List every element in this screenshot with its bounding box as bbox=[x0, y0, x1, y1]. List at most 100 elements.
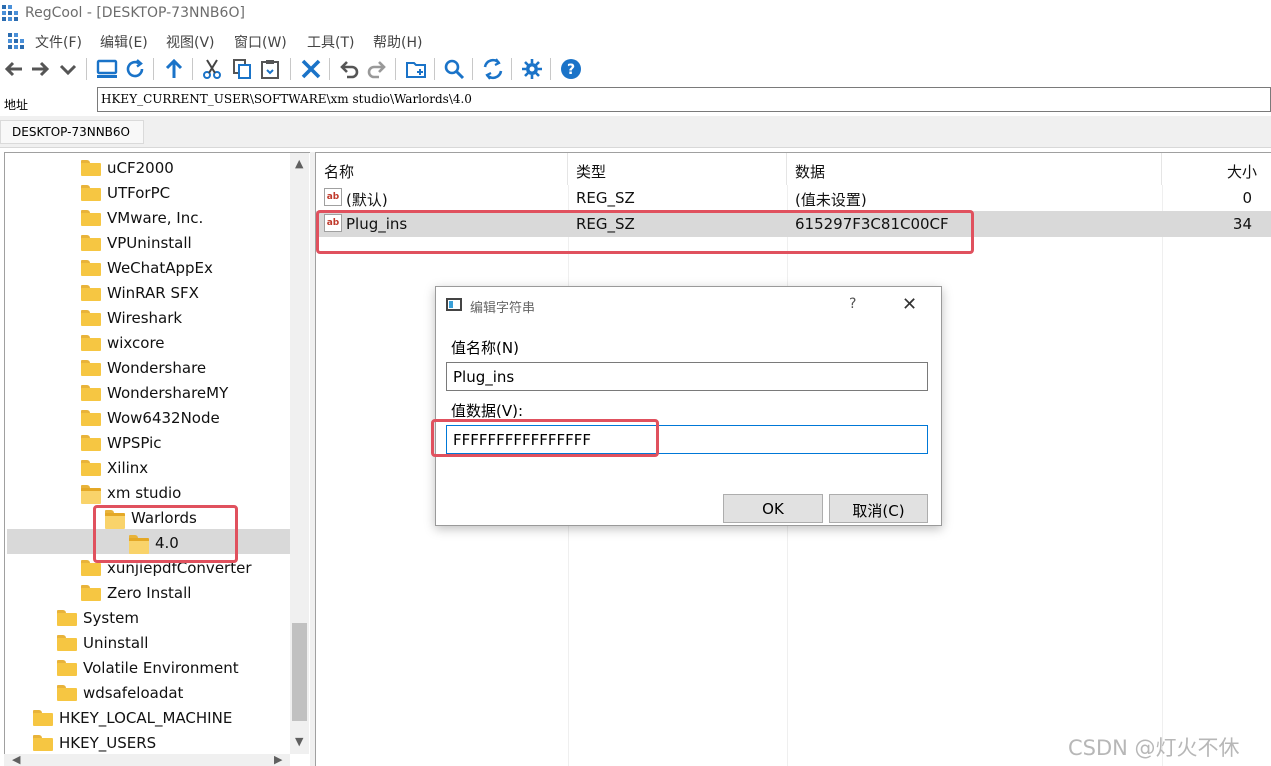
tree-item-label: uCF2000 bbox=[107, 158, 174, 177]
tree-vertical-scrollbar[interactable]: ▲ ▼ bbox=[290, 153, 309, 754]
value-size: 0 bbox=[1242, 189, 1252, 207]
copy-icon[interactable] bbox=[230, 57, 254, 81]
menu-app-icon[interactable] bbox=[8, 33, 25, 50]
watermark: CSDN @灯火不休 bbox=[1068, 736, 1240, 760]
folder-icon bbox=[81, 334, 101, 351]
tree-item-label: VPUninstall bbox=[107, 233, 192, 252]
up-arrow-icon[interactable] bbox=[162, 57, 186, 81]
toolbar-separator bbox=[395, 58, 396, 80]
regcool-app-icon bbox=[2, 5, 19, 22]
tree-item-hkey-users[interactable]: HKEY_USERS bbox=[33, 730, 156, 755]
tree-item-xilinx[interactable]: Xilinx bbox=[81, 455, 148, 480]
tree-item-utforpc[interactable]: UTForPC bbox=[81, 180, 170, 205]
folder-icon bbox=[57, 634, 77, 651]
tree-item-vpuninstall[interactable]: VPUninstall bbox=[81, 230, 192, 255]
menu-window[interactable]: 窗口(W) bbox=[234, 32, 287, 52]
refresh-icon[interactable] bbox=[123, 57, 147, 81]
help-icon[interactable]: ? bbox=[559, 57, 583, 81]
undo-icon[interactable] bbox=[337, 57, 361, 81]
folder-icon bbox=[57, 609, 77, 626]
cut-icon[interactable] bbox=[200, 57, 224, 81]
tree-item-winrar-sfx[interactable]: WinRAR SFX bbox=[81, 280, 199, 305]
column-header-name[interactable]: 名称 bbox=[316, 153, 568, 185]
toolbar-separator bbox=[192, 58, 193, 80]
tree-item-label: Volatile Environment bbox=[83, 658, 239, 677]
toolbar-separator bbox=[329, 58, 330, 80]
svg-text:?: ? bbox=[567, 62, 575, 78]
folder-icon bbox=[33, 734, 53, 751]
redo-icon[interactable] bbox=[365, 57, 389, 81]
toolbar-separator bbox=[290, 58, 291, 80]
folder-icon bbox=[81, 384, 101, 401]
dropdown-icon[interactable] bbox=[56, 57, 80, 81]
search-icon[interactable] bbox=[442, 57, 466, 81]
menu-file[interactable]: 文件(F) bbox=[35, 32, 82, 52]
value-data: (值未设置) bbox=[795, 191, 867, 209]
cancel-button[interactable]: 取消(C) bbox=[829, 494, 928, 523]
paste-icon[interactable] bbox=[258, 57, 282, 81]
tree-item-hkey-local-machine[interactable]: HKEY_LOCAL_MACHINE bbox=[33, 705, 232, 730]
menu-tools[interactable]: 工具(T) bbox=[307, 32, 354, 52]
toolbar-separator bbox=[550, 58, 551, 80]
tree-item-wow6432node[interactable]: Wow6432Node bbox=[81, 405, 220, 430]
tree-item-wpspic[interactable]: WPSPic bbox=[81, 430, 162, 455]
tree-item-label: UTForPC bbox=[107, 183, 171, 202]
tree-item-wechatappex[interactable]: WeChatAppEx bbox=[81, 255, 213, 280]
ok-button[interactable]: OK bbox=[723, 494, 823, 523]
title-bar: RegCool - [DESKTOP-73NNB6O] bbox=[0, 0, 1271, 28]
tree-item-system[interactable]: System bbox=[57, 605, 139, 630]
folder-icon bbox=[57, 684, 77, 701]
tab-desktop[interactable]: DESKTOP-73NNB6O bbox=[0, 120, 144, 144]
tree-item-label: xm studio bbox=[107, 483, 182, 502]
value-name-input[interactable]: Plug_ins bbox=[446, 362, 928, 391]
tree-item-wondershare[interactable]: Wondershare bbox=[81, 355, 206, 380]
forward-arrow-icon[interactable] bbox=[28, 57, 52, 81]
menu-help[interactable]: 帮助(H) bbox=[373, 32, 422, 52]
computer-icon[interactable] bbox=[95, 57, 119, 81]
menu-edit[interactable]: 编辑(E) bbox=[100, 32, 148, 52]
folder-icon bbox=[81, 584, 101, 601]
tree-item-volatile-environment[interactable]: Volatile Environment bbox=[57, 655, 239, 680]
dialog-help-button[interactable]: ? bbox=[849, 296, 856, 312]
scroll-down-arrow-icon[interactable]: ▼ bbox=[295, 735, 303, 748]
address-input[interactable]: HKEY_CURRENT_USER\SOFTWARE\xm studio\War… bbox=[97, 87, 1271, 112]
data-highlight-box bbox=[431, 419, 659, 457]
scroll-up-arrow-icon[interactable]: ▲ bbox=[295, 157, 303, 170]
tree-item-wireshark[interactable]: Wireshark bbox=[81, 305, 182, 330]
row-highlight-box bbox=[316, 210, 974, 254]
settings-icon[interactable] bbox=[520, 57, 544, 81]
toolbar: ? bbox=[0, 54, 1271, 84]
back-arrow-icon[interactable] bbox=[2, 57, 26, 81]
delete-icon[interactable] bbox=[299, 57, 323, 81]
menu-view[interactable]: 视图(V) bbox=[166, 32, 215, 52]
tree-item-label: VMware, Inc. bbox=[107, 208, 204, 227]
tree-item-label: Wondershare bbox=[107, 358, 207, 377]
tree-item-zero-install[interactable]: Zero Install bbox=[81, 580, 191, 605]
folder-icon bbox=[81, 284, 101, 301]
column-header-data[interactable]: 数据 bbox=[787, 153, 1162, 185]
tree-item-vmware[interactable]: VMware, Inc. bbox=[81, 205, 203, 230]
dialog-title: 编辑字符串 bbox=[470, 301, 536, 316]
scrollbar-thumb[interactable] bbox=[292, 623, 307, 721]
tree-item-label: HKEY_USERS bbox=[59, 733, 157, 752]
value-type: REG_SZ bbox=[576, 189, 635, 207]
tree-item-wdsafeloadat[interactable]: wdsafeloadat bbox=[57, 680, 183, 705]
tree-item-label: HKEY_LOCAL_MACHINE bbox=[59, 708, 233, 727]
tree-item-uninstall[interactable]: Uninstall bbox=[57, 630, 148, 655]
column-header-size[interactable]: 大小 bbox=[1162, 153, 1271, 185]
scroll-right-arrow-icon[interactable]: ▶ bbox=[274, 753, 282, 766]
tree-item-wondersharemy[interactable]: WondershareMY bbox=[81, 380, 228, 405]
new-key-icon[interactable] bbox=[404, 57, 428, 81]
table-row[interactable]: ab (默认) REG_SZ (值未设置) 0 bbox=[316, 185, 1271, 211]
menu-bar: 文件(F) 编辑(E) 视图(V) 窗口(W) 工具(T) 帮助(H) bbox=[0, 28, 1271, 54]
tree-item-label: Xilinx bbox=[107, 458, 149, 477]
column-header-type[interactable]: 类型 bbox=[568, 153, 787, 185]
toolbar-separator bbox=[86, 58, 87, 80]
tree-item-ucf2000[interactable]: uCF2000 bbox=[81, 155, 174, 180]
compare-icon[interactable] bbox=[481, 57, 505, 81]
tree-item-wixcore[interactable]: wixcore bbox=[81, 330, 165, 355]
tree-horizontal-scrollbar[interactable]: ◀ ▶ bbox=[4, 753, 290, 766]
tree-item-xm-studio[interactable]: xm studio bbox=[81, 480, 181, 505]
scroll-left-arrow-icon[interactable]: ◀ bbox=[12, 753, 20, 766]
dialog-close-icon[interactable]: ✕ bbox=[902, 294, 917, 315]
